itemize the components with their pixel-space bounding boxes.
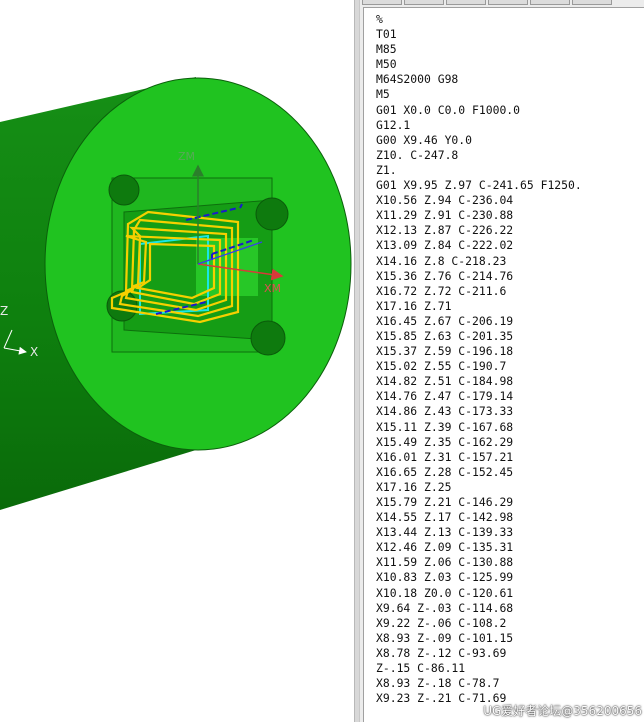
nc-code-line[interactable]: X11.59 Z.06 C-130.88 xyxy=(376,555,644,570)
nc-code-line[interactable]: X14.16 Z.8 C-218.23 xyxy=(376,254,644,269)
nc-code-line[interactable]: X15.02 Z.55 C-190.7 xyxy=(376,359,644,374)
nc-code-line[interactable]: X9.64 Z-.03 C-114.68 xyxy=(376,601,644,616)
corner-hole-top-right xyxy=(255,197,289,231)
nc-code-line[interactable]: X15.37 Z.59 C-196.18 xyxy=(376,344,644,359)
nc-code-line[interactable]: X14.55 Z.17 C-142.98 xyxy=(376,510,644,525)
panel-tabstrip[interactable] xyxy=(360,0,644,6)
triad-label-z: Z xyxy=(0,304,9,318)
graphics-viewport[interactable]: XM ZM Z X xyxy=(0,0,354,722)
nc-code-line[interactable]: X16.45 Z.67 C-206.19 xyxy=(376,314,644,329)
nc-code-line[interactable]: X11.29 Z.91 C-230.88 xyxy=(376,208,644,223)
csys-label-zm: ZM xyxy=(178,150,195,163)
nc-code-line[interactable]: X8.93 Z-.18 C-78.7 xyxy=(376,676,644,691)
nc-code-line[interactable]: X16.01 Z.31 C-157.21 xyxy=(376,450,644,465)
nc-code-line[interactable]: G00 X9.46 Y0.0 xyxy=(376,133,644,148)
nc-code-line[interactable]: X15.49 Z.35 C-162.29 xyxy=(376,435,644,450)
nc-code-line[interactable]: % xyxy=(376,12,644,27)
triad-label-x: X xyxy=(30,345,39,359)
nc-code-line[interactable]: M85 xyxy=(376,42,644,57)
nc-code-line[interactable]: X15.85 Z.63 C-201.35 xyxy=(376,329,644,344)
nc-code-line[interactable]: Z-.15 C-86.11 xyxy=(376,661,644,676)
corner-hole-bottom-right xyxy=(250,320,286,356)
panel-tab[interactable] xyxy=(362,0,402,5)
panel-tab[interactable] xyxy=(404,0,444,5)
nc-code-line[interactable]: G01 X9.95 Z.97 C-241.65 F1250. xyxy=(376,178,644,193)
nc-code-line[interactable]: X10.18 Z0.0 C-120.61 xyxy=(376,586,644,601)
nc-code-line[interactable]: X9.22 Z-.06 C-108.2 xyxy=(376,616,644,631)
corner-hole-top-left xyxy=(108,174,140,206)
forum-watermark: UG爱好者论坛@356200656 xyxy=(483,704,642,718)
nc-code-line[interactable]: G12.1 xyxy=(376,118,644,133)
nc-code-line[interactable]: X8.93 Z-.09 C-101.15 xyxy=(376,631,644,646)
nc-program-panel: % T01 M85 M50 M64S2000 G98 M5 G01 X0.0 C0.0 F1… xyxy=(360,0,644,722)
nc-code-line[interactable]: T01 xyxy=(376,27,644,42)
nc-code-line[interactable]: X14.86 Z.43 C-173.33 xyxy=(376,404,644,419)
nc-code-line[interactable]: X10.56 Z.94 C-236.04 xyxy=(376,193,644,208)
nc-code-line[interactable]: X15.11 Z.39 C-167.68 xyxy=(376,420,644,435)
csys-label-xm: XM xyxy=(264,282,281,295)
nc-code-line[interactable]: X12.46 Z.09 C-135.31 xyxy=(376,540,644,555)
nc-code-line[interactable]: X17.16 Z.25 xyxy=(376,480,644,495)
nc-code-line[interactable]: M50 xyxy=(376,57,644,72)
nc-code-line[interactable]: X13.44 Z.13 C-139.33 xyxy=(376,525,644,540)
nc-code-line[interactable]: Z10. C-247.8 xyxy=(376,148,644,163)
nc-code-line[interactable]: X15.36 Z.76 C-214.76 xyxy=(376,269,644,284)
panel-tab[interactable] xyxy=(446,0,486,5)
nc-code-line[interactable]: X16.72 Z.72 C-211.6 xyxy=(376,284,644,299)
nc-code-line[interactable]: M5 xyxy=(376,87,644,102)
nc-code-line[interactable]: X10.83 Z.03 C-125.99 xyxy=(376,570,644,585)
nc-code-line[interactable]: X16.65 Z.28 C-152.45 xyxy=(376,465,644,480)
nc-code-line[interactable]: X15.79 Z.21 C-146.29 xyxy=(376,495,644,510)
nc-code-line[interactable]: X8.78 Z-.12 C-93.69 xyxy=(376,646,644,661)
nc-code-line[interactable]: M64S2000 G98 xyxy=(376,72,644,87)
nc-code-line[interactable]: X12.13 Z.87 C-226.22 xyxy=(376,223,644,238)
part-model-view[interactable]: XM ZM xyxy=(0,0,354,722)
nc-code-line[interactable]: X14.76 Z.47 C-179.14 xyxy=(376,389,644,404)
nc-code-line[interactable]: X17.16 Z.71 xyxy=(376,299,644,314)
nc-code-line[interactable]: Z1. xyxy=(376,163,644,178)
panel-tab[interactable] xyxy=(488,0,528,5)
nc-code-list[interactable]: % T01 M85 M50 M64S2000 G98 M5 G01 X0.0 C0.0 F1… xyxy=(363,7,644,722)
nc-code-line[interactable]: G01 X0.0 C0.0 F1000.0 xyxy=(376,103,644,118)
nc-code-line[interactable]: X14.82 Z.51 C-184.98 xyxy=(376,374,644,389)
panel-tab[interactable] xyxy=(530,0,570,5)
nc-code-line[interactable]: X13.09 Z.84 C-222.02 xyxy=(376,238,644,253)
panel-tab[interactable] xyxy=(572,0,612,5)
